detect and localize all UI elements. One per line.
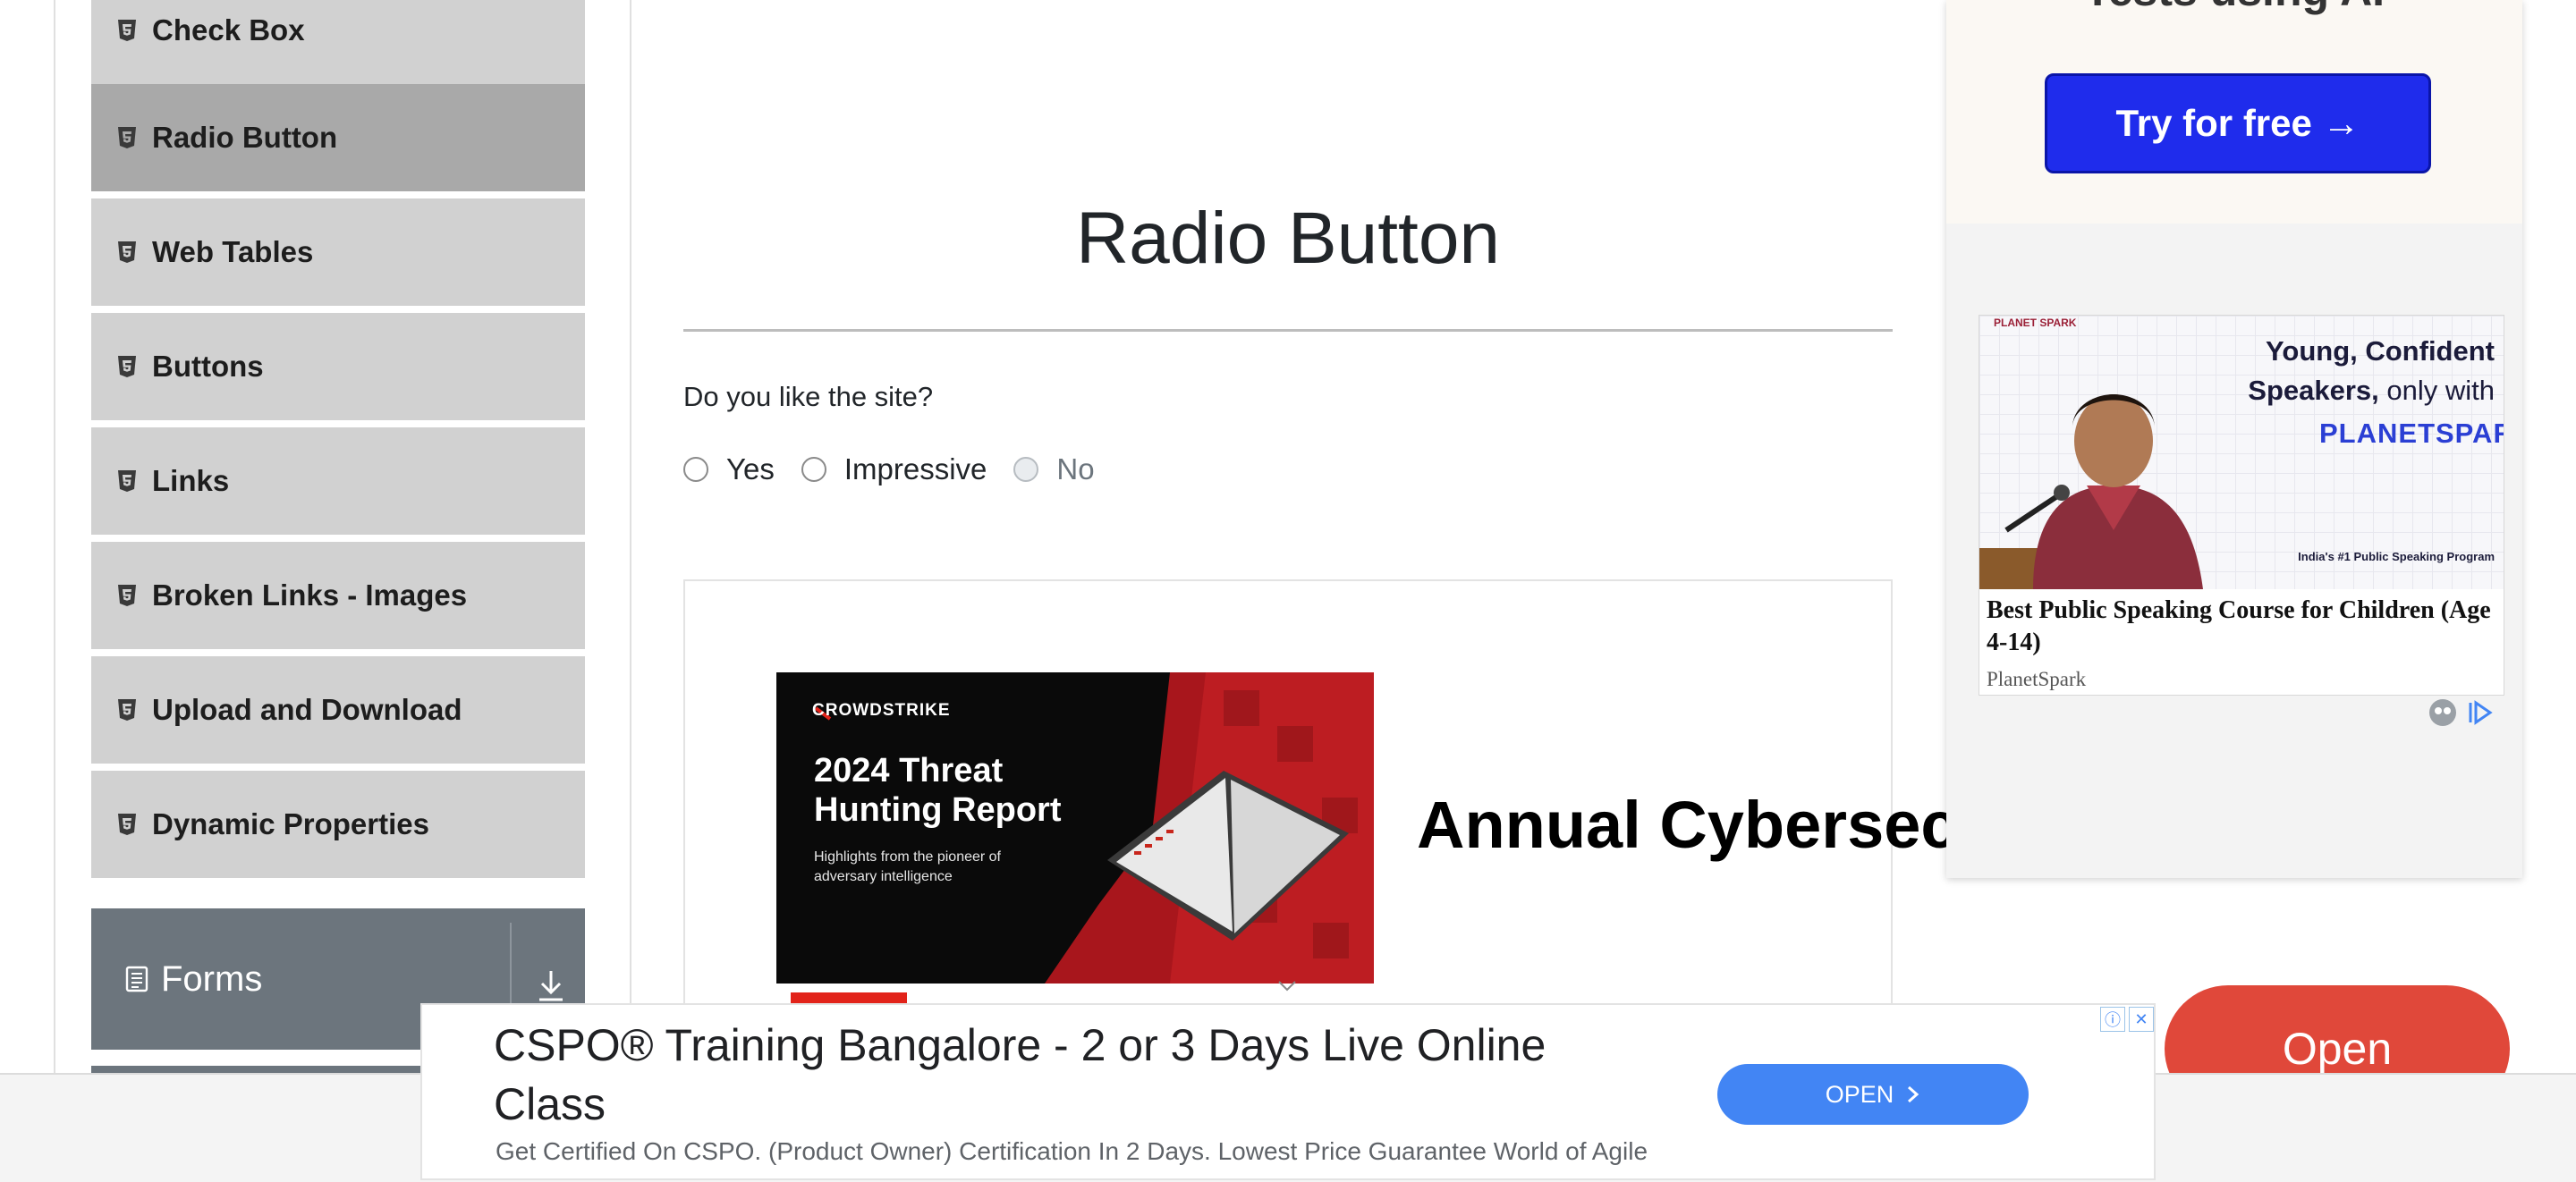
radio-no: No [1013,452,1095,486]
download-icon[interactable] [537,967,565,1003]
radio-question: Do you like the site? [683,381,934,412]
sidebar-item-label: Links [152,464,230,497]
ad-right-column: Tests using AI Try for free → PLANET SPA… [1946,0,2522,878]
sidebar-item-label: Web Tables [152,235,314,268]
radio-impressive-input[interactable] [801,457,826,482]
ad-card-tagline: India's #1 Public Speaking Program [2298,550,2495,563]
ad-choice-icons [2428,697,2496,728]
close-icon[interactable]: ✕ [2129,1007,2154,1032]
ad-bottom-title[interactable]: CSPO® Training Bangalore - 2 or 3 Days L… [494,1016,1621,1134]
html5-icon [118,814,136,835]
sidebar-item-label: Radio Button [152,121,338,154]
ad-card-headline-light: only with [2386,375,2495,406]
radio-no-input [1013,457,1039,482]
try-for-free-button[interactable]: Try for free → [2045,73,2431,173]
ad-card-source: PlanetSpark [1987,668,2087,690]
radio-yes[interactable]: Yes [683,452,775,486]
sidebar-item-broken-links[interactable]: Broken Links - Images [91,542,585,653]
ad-card-logo: PLANETSPARK [2319,418,2504,449]
open-button-label: Open [2282,1024,2393,1073]
ad-bottom-controls: ⓘ ✕ [2100,1007,2154,1032]
html5-icon [118,585,136,606]
radio-group: Yes Impressive No [683,447,1122,492]
ad-planetspark-card[interactable]: PLANET SPARK Young, Confident Speakers, … [1979,315,2504,696]
title-divider [683,329,1893,332]
ad-brand: CROWDSTRIKE [812,701,951,720]
sidebar-group-label: Forms [161,958,263,999]
sidebar-item-label: Dynamic Properties [152,807,429,840]
ad-top-text: Tests using AI [1946,0,2522,16]
sidebar-item-buttons[interactable]: Buttons [91,313,585,424]
sidebar-item-dynamic-properties[interactable]: Dynamic Properties [91,771,585,882]
adchoices-icon[interactable] [2465,697,2496,728]
sidebar-item-label: Broken Links - Images [152,578,468,612]
ad-open-label: OPEN [1825,1080,1894,1108]
chevron-down-icon[interactable] [1277,980,1297,992]
html5-icon [118,20,136,41]
sidebar-item-label: Check Box [152,13,305,46]
sidebar-item-label: Buttons [152,350,264,383]
sidebar-item-check-box[interactable]: Check Box [91,0,585,88]
html5-icon [118,241,136,263]
sidebar-item-radio-button[interactable]: Radio Button [91,84,585,195]
radio-impressive[interactable]: Impressive [801,452,987,486]
radio-impressive-label[interactable]: Impressive [844,452,987,486]
ad-card-title[interactable]: Best Public Speaking Course for Children… [1987,595,2498,659]
ad-crowdstrike-banner[interactable]: CROWDSTRIKE 2024 Threat Hunting Report H… [776,672,1374,984]
info-icon[interactable]: ⓘ [2100,1007,2125,1032]
ad-bottom-banner[interactable]: CSPO® Training Bangalore - 2 or 3 Days L… [420,1003,2156,1180]
page-title: Radio Button [1075,198,1501,279]
ad-top-section: Tests using AI Try for free → [1946,0,2522,224]
html5-icon [118,470,136,492]
ad-feedback-icon[interactable] [2428,697,2458,728]
document-icon [125,966,148,992]
radio-yes-input[interactable] [683,457,708,482]
radio-no-label: No [1056,452,1095,485]
ad-planetspark-image: PLANET SPARK Young, Confident Speakers, … [1979,316,2504,589]
ad-bottom-description: Get Certified On CSPO. (Product Owner) C… [496,1137,1648,1165]
html5-icon [118,127,136,148]
ad-headline[interactable]: Annual Cybersecur [1417,787,1946,863]
chevron-right-icon [1908,1085,1919,1103]
ad-report-title: 2024 Threat Hunting Report [814,752,1062,829]
html5-icon [118,356,136,377]
ad-card-headline: Young, Confident Speakers, only with [2176,332,2495,410]
ad-mini-logo: PLANET SPARK [1994,317,2077,329]
sidebar-item-links[interactable]: Links [91,427,585,538]
radio-yes-label[interactable]: Yes [726,452,775,486]
open-button[interactable]: Open [2165,985,2510,1073]
open-button-container: Open [2156,984,2522,1073]
html5-icon [118,699,136,721]
ad-report-subtitle: Highlights from the pioneer of adversary… [814,849,1001,884]
sidebar-item-web-tables[interactable]: Web Tables [91,198,585,309]
sidebar-item-label: Upload and Download [152,693,462,726]
sidebar-item-upload-download[interactable]: Upload and Download [91,656,585,767]
ad-open-button[interactable]: OPEN [1717,1064,2029,1125]
